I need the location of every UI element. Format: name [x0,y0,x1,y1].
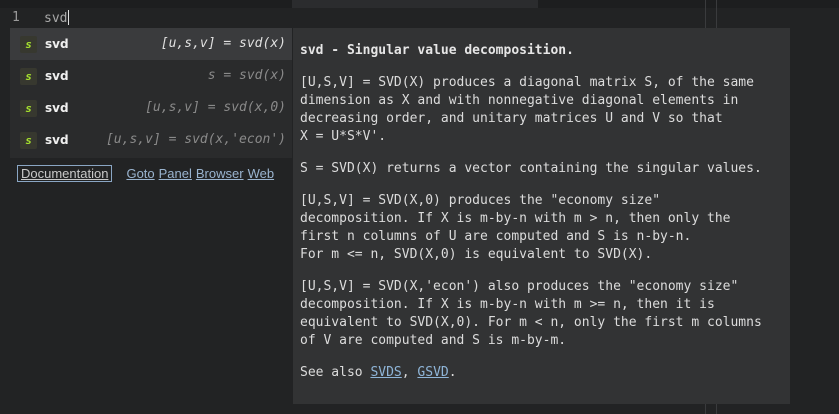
completion-name: svd [45,133,69,147]
documentation-panel: svd - Singular value decomposition. [U,S… [293,28,790,404]
completion-name: svd [45,69,69,83]
doc-paragraph: [U,S,V] = SVD(X,'econ') also produces th… [300,279,762,348]
doc-title: svd - Singular value decomposition. [300,43,574,58]
see-also-prefix: See also [300,365,371,380]
doc-paragraph: [U,S,V] = SVD(X,0) produces the "economy… [300,193,731,262]
doc-links: Documentation Goto Panel Browser Web [17,165,274,182]
see-also: See also SVDS, GSVD. [300,364,783,382]
completion-popup: s svd [u,s,v] = svd(x) s svd s = svd(x) … [10,28,292,158]
snippet-icon: s [20,99,37,117]
editor-text[interactable]: svd [44,11,67,26]
completion-name: svd [45,101,69,115]
editor-line[interactable]: svd [44,10,70,26]
doc-paragraph: S = SVD(X) returns a vector containing t… [300,161,762,176]
top-bar-highlight [292,0,538,8]
snippet-icon: s [20,67,37,85]
snippet-icon: s [20,35,37,53]
doc-paragraph: [U,S,V] = SVD(X) produces a diagonal mat… [300,75,754,144]
completion-signature: [u,s,v] = svd(x) [160,36,286,51]
completion-signature: s = svd(x) [207,68,286,83]
completion-name: svd [45,37,69,51]
browser-link[interactable]: Browser [196,166,244,181]
svds-link[interactable]: SVDS [370,365,401,380]
see-also-separator: , [401,365,418,380]
completion-item[interactable]: s svd s = svd(x) [10,60,292,92]
panel-link[interactable]: Panel [159,166,192,181]
line-number: 1 [12,10,20,25]
completion-item[interactable]: s svd [u,s,v] = svd(x,0) [10,92,292,124]
completion-item[interactable]: s svd [u,s,v] = svd(x) [10,28,292,60]
goto-link[interactable]: Goto [126,166,154,181]
web-link[interactable]: Web [248,166,275,181]
documentation-link[interactable]: Documentation [17,165,113,182]
snippet-icon: s [20,131,37,149]
completion-signature: [u,s,v] = svd(x,'econ') [105,132,286,147]
completion-signature: [u,s,v] = svd(x,0) [145,100,286,115]
see-also-suffix: . [448,365,457,380]
completion-item[interactable]: s svd [u,s,v] = svd(x,'econ') [10,124,292,156]
gsvd-link[interactable]: GSVD [417,365,448,380]
text-cursor [68,10,70,25]
